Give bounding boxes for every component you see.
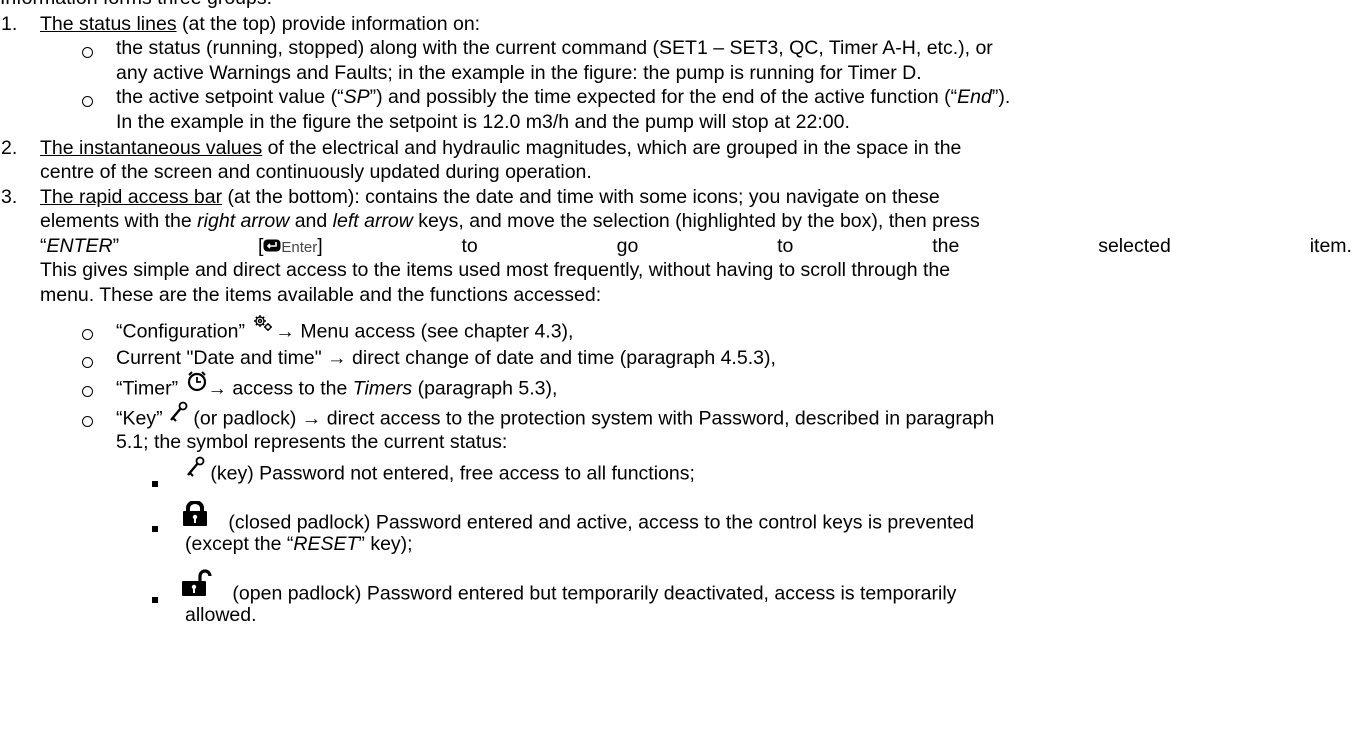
status-bullet-line2: any active Warnings and Faults; in the e…	[116, 62, 922, 84]
enter-label: ENTER	[46, 235, 113, 257]
setpoint-bullet-line1: the active setpoint value (“SP”) and pos…	[116, 86, 1011, 108]
bullet-circle	[82, 409, 93, 434]
status-lines-title: The status lines	[40, 13, 177, 35]
list-item-3-line1: The rapid access bar (at the bottom): co…	[40, 186, 940, 208]
closed-padlock-icon	[181, 500, 209, 534]
option-date-time: Current "Date and time" → direct change …	[116, 347, 776, 369]
status-open-padlock: (open padlock) Password entered but temp…	[181, 569, 956, 612]
bullet-circle	[82, 350, 93, 375]
list-item-2-line1: The instantaneous values of the electric…	[40, 137, 962, 159]
instantaneous-values-title: The instantaneous values	[40, 137, 263, 159]
bullet-square	[152, 585, 158, 610]
enter-line: “ENTER” [Enter] to go to the selected it…	[40, 234, 1352, 260]
list-item-3-line2: elements with the right arrow and left a…	[40, 210, 980, 232]
clock-icon	[186, 370, 208, 399]
intro-partial: Information forms three groups:	[0, 0, 272, 11]
list-number-1: 1.	[1, 13, 18, 35]
bullet-square	[152, 514, 158, 539]
bullet-square	[152, 469, 158, 494]
bullet-circle	[82, 40, 93, 65]
status-bullet-line1: the status (running, stopped) along with…	[116, 37, 993, 59]
enter-key: [Enter]	[258, 234, 323, 260]
list-item-2-line2: centre of the screen and continuously up…	[40, 161, 592, 183]
list-number-2: 2.	[1, 137, 18, 159]
option-key-line2: 5.1; the symbol represents the current s…	[116, 431, 508, 453]
option-timer: “Timer” → access to the Timers (paragrap…	[116, 371, 557, 404]
list-item-3-line5: menu. These are the items available and …	[40, 284, 602, 306]
list-number-3: 3.	[1, 186, 18, 208]
status-open-padlock-line2: allowed.	[185, 604, 257, 626]
bullet-circle	[82, 322, 93, 347]
enter-key-icon	[263, 234, 281, 259]
status-closed-padlock-line2: (except the “RESET” key);	[185, 533, 413, 555]
gear-icon	[252, 312, 274, 341]
setpoint-bullet-line2: In the example in the figure the setpoin…	[116, 111, 850, 133]
key-icon	[185, 456, 205, 485]
key-icon	[168, 401, 188, 430]
rapid-access-bar-title: The rapid access bar	[40, 186, 223, 208]
status-key: (key) Password not entered, free access …	[185, 456, 695, 489]
bullet-circle	[82, 379, 93, 404]
bullet-circle	[82, 89, 93, 114]
list-item-1-line1: The status lines (at the top) provide in…	[40, 13, 481, 35]
option-configuration: “Configuration” → Menu access (see chapt…	[116, 315, 573, 347]
list-item-3-line4: This gives simple and direct access to t…	[40, 259, 951, 281]
open-padlock-icon	[181, 569, 213, 604]
